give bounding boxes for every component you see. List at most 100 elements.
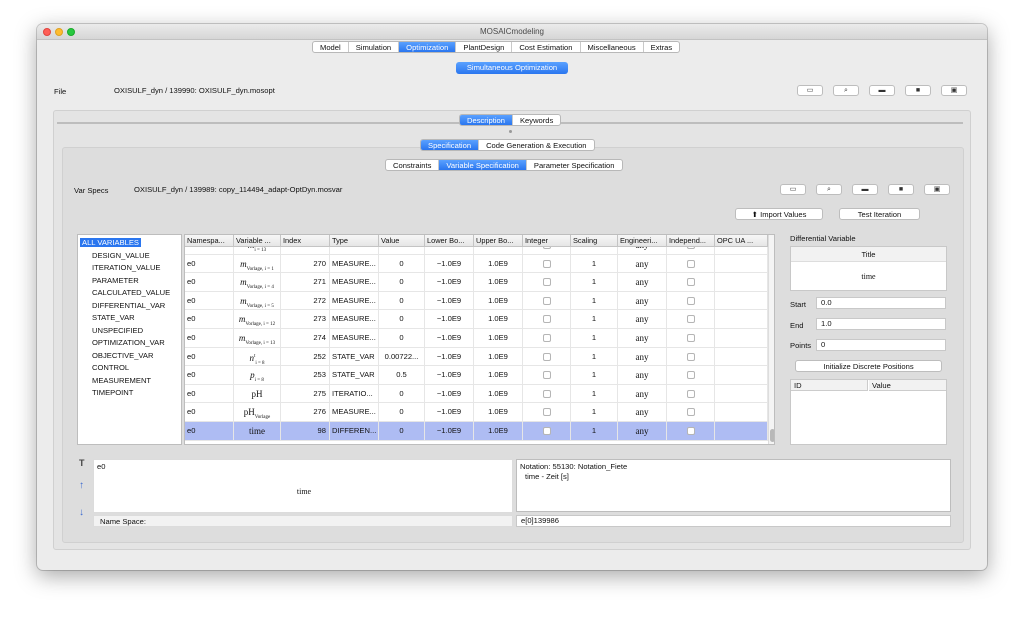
tab-model[interactable]: Model: [313, 42, 349, 52]
tab-simulation[interactable]: Simulation: [349, 42, 400, 52]
tab-extras[interactable]: Extras: [644, 42, 680, 52]
tab-description[interactable]: Description: [460, 115, 513, 125]
value-cell[interactable]: 0: [379, 247, 425, 255]
new-folder-button[interactable]: ▣: [941, 85, 967, 96]
table-scrollbar[interactable]: [768, 235, 774, 444]
column-header-integer[interactable]: Integer: [523, 235, 571, 247]
upper-bound-cell[interactable]: 1.0E9: [474, 347, 523, 367]
tree-item-state-var[interactable]: STATE_VAR: [92, 313, 135, 322]
upper-bound-cell[interactable]: 1.0E9: [474, 366, 523, 385]
varspecs-info-button[interactable]: ▬: [852, 184, 878, 195]
value-cell[interactable]: 0: [379, 403, 425, 422]
column-header-lower-bo[interactable]: Lower Bo...: [425, 235, 474, 247]
value-cell[interactable]: 0: [379, 273, 425, 292]
tab-specification[interactable]: Specification: [421, 140, 480, 150]
independent-checkbox[interactable]: [686, 371, 695, 380]
zoom-window-button[interactable]: [67, 28, 75, 36]
integer-checkbox[interactable]: [542, 278, 551, 287]
tab-parameter-specification[interactable]: Parameter Specification: [527, 160, 622, 170]
value-cell[interactable]: 0.00722...: [379, 347, 425, 367]
independent-checkbox[interactable]: [686, 259, 695, 268]
value-cell[interactable]: 0: [379, 384, 425, 404]
engineering-unit-cell[interactable]: any: [618, 291, 667, 311]
integer-checkbox[interactable]: [542, 427, 551, 435]
lower-bound-cell[interactable]: −1.0E9: [425, 254, 474, 274]
engineering-unit-cell[interactable]: any: [618, 366, 667, 385]
engineering-unit-cell[interactable]: any: [618, 247, 667, 255]
table-row[interactable]: e0 pHVorlage 276 MEASURE... 0 −1.0E9 1.0E9 1 any: [185, 403, 768, 422]
independent-checkbox[interactable]: [686, 247, 695, 249]
end-field[interactable]: 1.0: [816, 318, 946, 330]
upper-bound-cell[interactable]: 1.0E9: [474, 310, 523, 329]
column-header-upper-bo[interactable]: Upper Bo...: [474, 235, 523, 247]
integer-checkbox[interactable]: [542, 408, 551, 417]
tree-item-objective-var[interactable]: OBJECTIVE_VAR: [92, 351, 153, 360]
integer-checkbox[interactable]: [542, 371, 551, 380]
varspecs-open-folder-button[interactable]: ▭: [780, 184, 806, 195]
tree-item-timepoint[interactable]: TIMEPOINT: [92, 388, 133, 397]
tab-plantdesign[interactable]: PlantDesign: [456, 42, 513, 52]
upper-bound-cell[interactable]: 1.0E9: [474, 329, 523, 348]
move-down-icon[interactable]: ↓: [79, 507, 84, 518]
minimize-window-button[interactable]: [55, 28, 63, 36]
symbol-font-icon[interactable]: T: [79, 458, 85, 468]
start-field[interactable]: 0.0: [816, 297, 946, 309]
tab-keywords[interactable]: Keywords: [513, 115, 560, 125]
upper-bound-cell[interactable]: 1.0E9: [474, 422, 523, 441]
tab-miscellaneous[interactable]: Miscellaneous: [581, 42, 644, 52]
lower-bound-cell[interactable]: −1.0E9: [425, 422, 474, 441]
column-header-independ[interactable]: Independ...: [667, 235, 715, 247]
test-iteration-button[interactable]: Test Iteration: [839, 208, 920, 220]
value-cell[interactable]: 0: [379, 329, 425, 348]
engineering-unit-cell[interactable]: any: [618, 254, 667, 274]
engineering-unit-cell[interactable]: any: [618, 273, 667, 292]
engineering-unit-cell[interactable]: any: [618, 422, 667, 441]
upper-bound-cell[interactable]: 1.0E9: [474, 247, 523, 255]
tree-item-design-value[interactable]: DESIGN_VALUE: [92, 251, 150, 260]
tree-item-calculated-value[interactable]: CALCULATED_VALUE: [92, 288, 170, 297]
tab-optimization[interactable]: Optimization: [399, 42, 457, 52]
open-folder-button[interactable]: ▭: [797, 85, 823, 96]
independent-checkbox[interactable]: [686, 352, 695, 361]
simultaneous-optimization-mode[interactable]: Simultaneous Optimization: [456, 62, 568, 74]
value-cell[interactable]: 0: [379, 310, 425, 329]
value-cell[interactable]: 0: [379, 422, 425, 441]
tab-variable-specification[interactable]: Variable Specification: [439, 160, 527, 170]
integer-checkbox[interactable]: [542, 259, 551, 268]
column-header-index[interactable]: Index: [281, 235, 330, 247]
lower-bound-cell[interactable]: −1.0E9: [425, 347, 474, 367]
independent-checkbox[interactable]: [686, 427, 695, 435]
scaling-cell[interactable]: 1: [571, 291, 618, 311]
upper-bound-cell[interactable]: 1.0E9: [474, 291, 523, 311]
independent-checkbox[interactable]: [686, 408, 695, 417]
tree-item-parameter[interactable]: PARAMETER: [92, 276, 139, 285]
column-header-type[interactable]: Type: [330, 235, 379, 247]
element-id-field[interactable]: e[0]139986: [516, 515, 951, 527]
independent-checkbox[interactable]: [686, 389, 695, 398]
varspecs-save-button[interactable]: ■: [888, 184, 914, 195]
upper-bound-cell[interactable]: 1.0E9: [474, 384, 523, 404]
upper-bound-cell[interactable]: 1.0E9: [474, 254, 523, 274]
upper-bound-cell[interactable]: 1.0E9: [474, 403, 523, 422]
initialize-discrete-positions-button[interactable]: Initialize Discrete Positions: [795, 360, 942, 372]
integer-checkbox[interactable]: [542, 247, 551, 249]
close-window-button[interactable]: [43, 28, 51, 36]
engineering-unit-cell[interactable]: any: [618, 310, 667, 329]
column-header-engineeri[interactable]: Engineeri...: [618, 235, 667, 247]
column-header-opc-ua[interactable]: OPC UA ...: [715, 235, 768, 247]
lower-bound-cell[interactable]: −1.0E9: [425, 291, 474, 311]
info-button[interactable]: ▬: [869, 85, 895, 96]
engineering-unit-cell[interactable]: any: [618, 329, 667, 348]
independent-checkbox[interactable]: [686, 278, 695, 287]
lower-bound-cell[interactable]: −1.0E9: [425, 329, 474, 348]
scaling-cell[interactable]: 1: [571, 422, 618, 441]
table-row[interactable]: e0 nti = 8 252 STATE_VAR 0.00722... −1.0E9 1.0…: [185, 347, 768, 367]
import-values-button[interactable]: ⬆ Import Values: [735, 208, 823, 220]
integer-checkbox[interactable]: [542, 352, 551, 361]
independent-checkbox[interactable]: [686, 296, 695, 305]
scaling-cell[interactable]: 1: [571, 310, 618, 329]
lower-bound-cell[interactable]: −1.0E9: [425, 366, 474, 385]
tree-item-control[interactable]: CONTROL: [92, 363, 129, 372]
lower-bound-cell[interactable]: −1.0E9: [425, 403, 474, 422]
tab-code-generation-execution[interactable]: Code Generation & Execution: [479, 140, 593, 150]
